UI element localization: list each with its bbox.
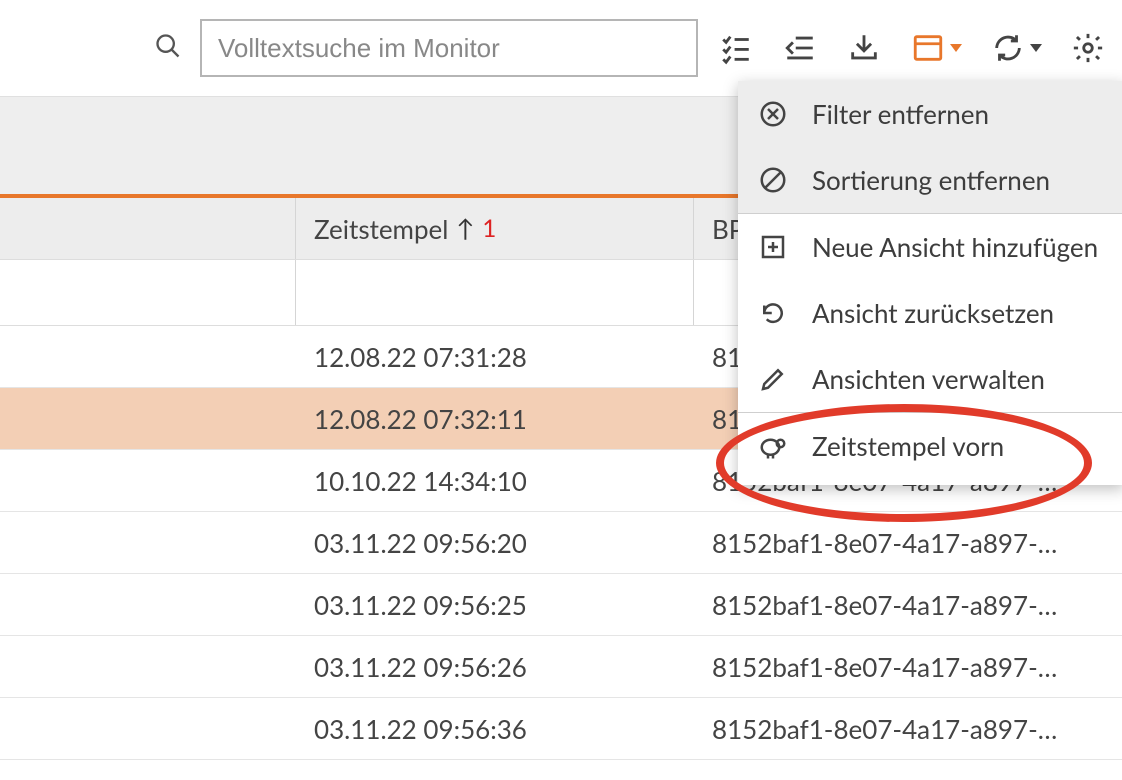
- plus-square-icon: [756, 230, 790, 264]
- filter-cell[interactable]: [296, 260, 694, 325]
- refresh-icon: [990, 30, 1026, 66]
- refresh-button[interactable]: [990, 30, 1042, 66]
- header-col-empty[interactable]: [0, 198, 296, 259]
- menu-label: Ansicht zurücksetzen: [812, 297, 1054, 329]
- download-icon[interactable]: [846, 30, 882, 66]
- cell-timestamp: 10.10.22 14:34:10: [296, 450, 694, 511]
- cell-bp: 8152baf1-8e07-4a17-a897-…: [694, 512, 1122, 573]
- chevron-down-icon: [950, 44, 962, 52]
- cell-timestamp: 03.11.22 09:56:25: [296, 574, 694, 635]
- header-label: Zeitstempel: [314, 213, 448, 245]
- pencil-icon: [756, 362, 790, 396]
- x-circle-icon: [756, 97, 790, 131]
- kiwi-icon: [756, 429, 790, 463]
- views-button[interactable]: [910, 30, 962, 66]
- table-row[interactable]: 03.11.22 09:56:208152baf1-8e07-4a17-a897…: [0, 512, 1122, 574]
- menu-filter-remove[interactable]: Filter entfernen: [738, 81, 1122, 147]
- outdent-icon[interactable]: [782, 30, 818, 66]
- menu-label: Neue Ansicht hinzufügen: [812, 231, 1098, 263]
- cell: [0, 450, 296, 511]
- cell-timestamp: 03.11.22 09:56:36: [296, 698, 694, 759]
- window-icon: [910, 30, 946, 66]
- search-wrap: [154, 19, 698, 77]
- gear-icon[interactable]: [1070, 30, 1106, 66]
- undo-icon: [756, 296, 790, 330]
- sort-arrow-icon: ↑: [456, 214, 474, 243]
- cell: [0, 512, 296, 573]
- filter-cell[interactable]: [0, 260, 296, 325]
- sort-index: 1: [482, 214, 496, 243]
- menu-add-view[interactable]: Neue Ansicht hinzufügen: [738, 214, 1122, 280]
- cell: [0, 574, 296, 635]
- cell: [0, 636, 296, 697]
- search-icon: [154, 32, 182, 64]
- cell: [0, 388, 296, 449]
- cell: [0, 326, 296, 387]
- cell-timestamp: 12.08.22 07:31:28: [296, 326, 694, 387]
- cell-bp: 8152baf1-8e07-4a17-a897-…: [694, 636, 1122, 697]
- cell-bp: 8152baf1-8e07-4a17-a897-…: [694, 698, 1122, 759]
- menu-label: Ansichten verwalten: [812, 363, 1045, 395]
- menu-label: Zeitstempel vorn: [812, 430, 1004, 462]
- cell-bp: 8152baf1-8e07-4a17-a897-…: [694, 574, 1122, 635]
- menu-manage-views[interactable]: Ansichten verwalten: [738, 346, 1122, 412]
- cell-timestamp: 03.11.22 09:56:20: [296, 512, 694, 573]
- checklist-icon[interactable]: [718, 30, 754, 66]
- cell-timestamp: 12.08.22 07:32:11: [296, 388, 694, 449]
- menu-reset-view[interactable]: Ansicht zurücksetzen: [738, 280, 1122, 346]
- menu-sort-remove[interactable]: Sortierung entfernen: [738, 147, 1122, 213]
- search-input[interactable]: [200, 19, 698, 77]
- cell: [0, 698, 296, 759]
- toolbar-icons: [718, 30, 1106, 66]
- chevron-down-icon: [1030, 44, 1042, 52]
- menu-timestamp-front[interactable]: Zeitstempel vorn: [738, 413, 1122, 479]
- table-row[interactable]: 03.11.22 09:56:368152baf1-8e07-4a17-a897…: [0, 698, 1122, 760]
- header-col-timestamp[interactable]: Zeitstempel ↑ 1: [296, 198, 694, 259]
- cell-timestamp: 03.11.22 09:56:26: [296, 636, 694, 697]
- table-row[interactable]: 03.11.22 09:56:258152baf1-8e07-4a17-a897…: [0, 574, 1122, 636]
- views-menu: Filter entfernen Sortierung entfernen Ne…: [738, 81, 1122, 485]
- ban-icon: [756, 163, 790, 197]
- menu-label: Sortierung entfernen: [812, 164, 1050, 196]
- menu-label: Filter entfernen: [812, 98, 989, 130]
- table-row[interactable]: 03.11.22 09:56:268152baf1-8e07-4a17-a897…: [0, 636, 1122, 698]
